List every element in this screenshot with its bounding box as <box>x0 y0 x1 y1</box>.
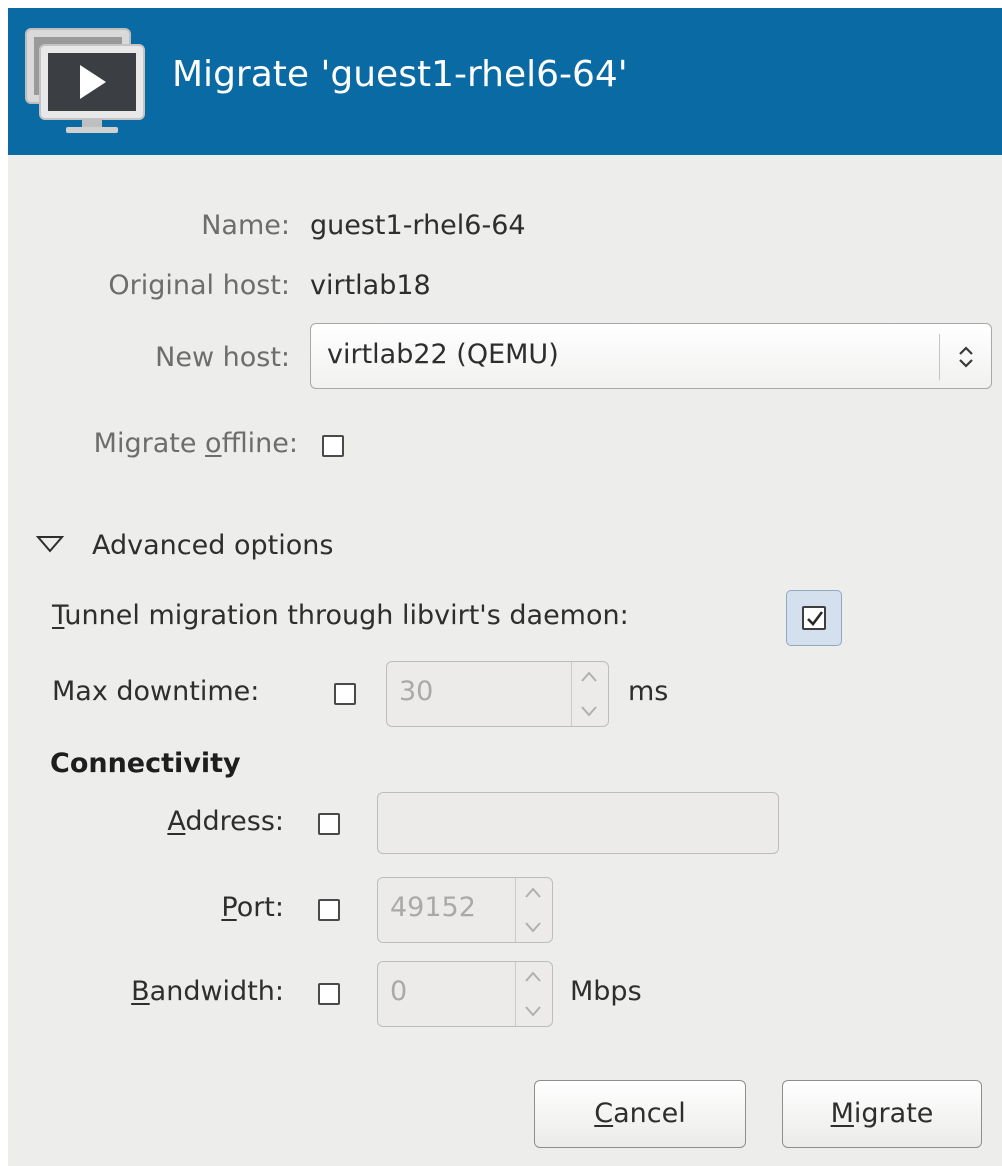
max-downtime-spin-buttons[interactable] <box>571 662 608 726</box>
spin-up-icon[interactable] <box>522 886 544 900</box>
bandwidth-value: 0 <box>390 976 408 1007</box>
new-host-selected: virtlab22 (QEMU) <box>327 339 559 370</box>
bandwidth-spinbutton[interactable]: 0 <box>377 961 553 1027</box>
expander-triangle-icon[interactable] <box>36 534 64 554</box>
spin-up-icon[interactable] <box>522 970 544 984</box>
dialog-title: Migrate 'guest1-rhel6-64' <box>172 54 628 95</box>
spin-up-icon[interactable] <box>578 670 600 684</box>
max-downtime-checkbox[interactable] <box>334 683 356 705</box>
tunnel-migration-label: Tunnel migration through libvirt's daemo… <box>52 600 629 631</box>
original-host-value: virtlab18 <box>310 270 431 301</box>
tunnel-checkbox-focus[interactable] <box>786 590 842 646</box>
bandwidth-label: Bandwidth: <box>131 976 284 1007</box>
port-value: 49152 <box>390 892 476 923</box>
migrate-offline-label: Migrate offline: <box>93 428 298 459</box>
address-checkbox[interactable] <box>318 813 340 835</box>
bandwidth-unit: Mbps <box>570 976 642 1007</box>
max-downtime-unit: ms <box>628 676 669 707</box>
spin-down-icon[interactable] <box>522 1004 544 1018</box>
name-label: Name: <box>201 210 290 241</box>
advanced-options-expander[interactable]: Advanced options <box>92 530 333 561</box>
vm-monitor-icon <box>25 28 145 133</box>
address-label: Address: <box>167 806 284 837</box>
original-host-label: Original host: <box>108 270 290 301</box>
max-downtime-label: Max downtime: <box>52 676 260 707</box>
tunnel-migration-checkbox[interactable] <box>802 606 826 630</box>
max-downtime-spinbutton[interactable]: 30 <box>386 661 609 727</box>
spin-down-icon[interactable] <box>578 704 600 718</box>
up-down-arrows-icon <box>959 346 973 368</box>
bandwidth-spin-buttons[interactable] <box>515 962 552 1026</box>
port-checkbox[interactable] <box>318 899 340 921</box>
port-spin-buttons[interactable] <box>515 878 552 942</box>
port-spinbutton[interactable]: 49152 <box>377 877 553 943</box>
migrate-dialog: Migrate 'guest1-rhel6-64' Name: guest1-r… <box>8 8 1002 1166</box>
combo-separator <box>939 334 940 380</box>
spin-down-icon[interactable] <box>522 920 544 934</box>
checkmark-icon <box>807 611 824 626</box>
migrate-button[interactable]: Migrate <box>782 1080 982 1148</box>
new-host-label: New host: <box>155 342 290 373</box>
address-input[interactable] <box>377 792 779 854</box>
migrate-offline-checkbox[interactable] <box>322 435 344 457</box>
cancel-button[interactable]: Cancel <box>534 1080 746 1148</box>
port-label: Port: <box>221 892 284 923</box>
new-host-combobox[interactable]: virtlab22 (QEMU) <box>310 323 992 389</box>
max-downtime-value: 30 <box>399 676 434 707</box>
bandwidth-checkbox[interactable] <box>318 983 340 1005</box>
connectivity-heading: Connectivity <box>50 748 241 779</box>
dialog-header: Migrate 'guest1-rhel6-64' <box>8 8 1002 155</box>
name-value: guest1-rhel6-64 <box>310 210 526 241</box>
